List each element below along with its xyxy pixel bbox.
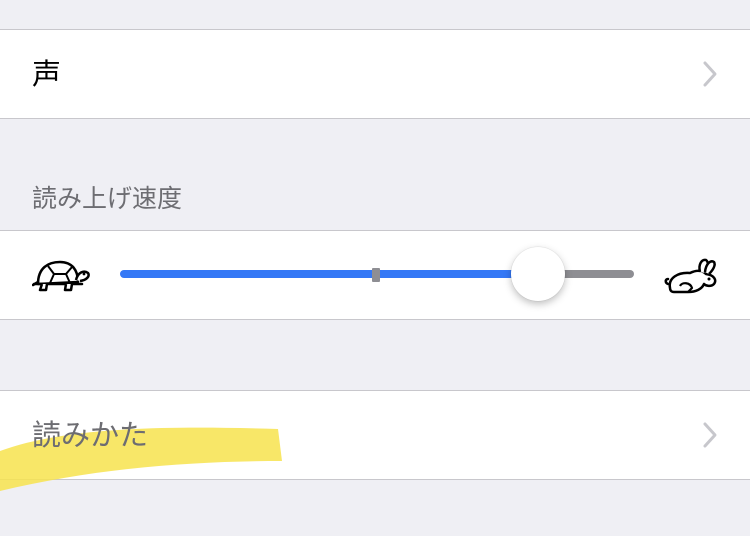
speed-section-header: 読み上げ速度	[32, 184, 183, 213]
voice-row[interactable]: 声	[0, 29, 750, 119]
speed-slider-thumb[interactable]	[511, 247, 565, 301]
chevron-right-icon	[703, 422, 717, 448]
chevron-right-icon	[703, 61, 717, 87]
rabbit-icon	[664, 258, 717, 294]
slider-default-tick	[372, 268, 380, 282]
pronunciation-label: 読みかた	[32, 418, 149, 452]
slider-track-filled[interactable]	[120, 270, 540, 278]
turtle-icon	[32, 260, 90, 292]
voice-label: 声	[32, 57, 62, 91]
pronunciation-row[interactable]: 読みかた	[0, 390, 750, 491]
